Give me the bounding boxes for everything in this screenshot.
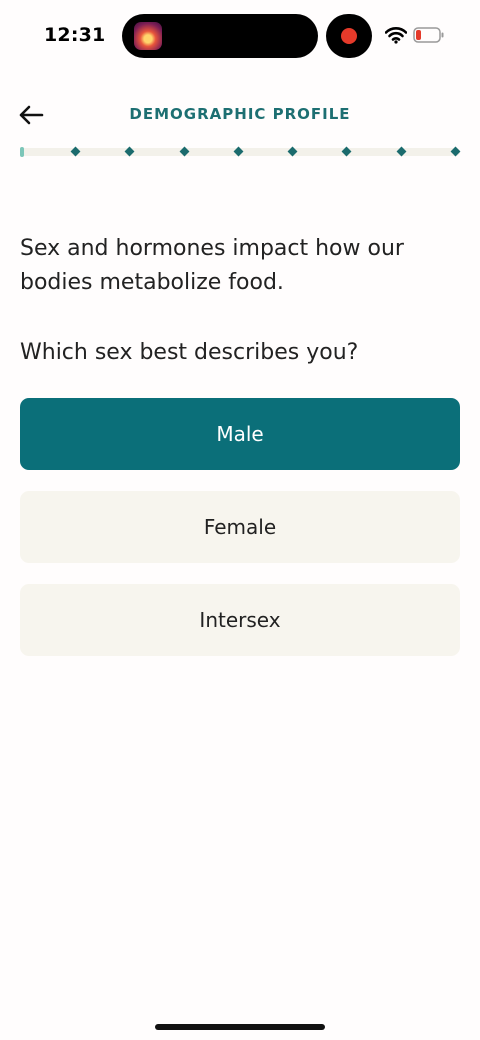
page-title: DEMOGRAPHIC PROFILE [129,105,351,123]
progress-current-marker [20,147,24,157]
status-bar: 12:31 [0,0,480,72]
progress-bar [20,146,461,158]
option-intersex-button[interactable]: Intersex [20,584,460,656]
header: DEMOGRAPHIC PROFILE [0,92,480,138]
app-thumbnail-icon [134,22,162,50]
status-time: 12:31 [44,24,106,46]
record-icon [341,28,357,44]
screen-recording-indicator [326,14,372,58]
option-female-button[interactable]: Female [20,491,460,563]
options-list: Male Female Intersex [20,398,460,677]
option-male-button[interactable]: Male [20,398,460,470]
question-text: Which sex best describes you? [20,340,359,365]
intro-text: Sex and hormones impact how our bodies m… [20,236,404,295]
wifi-icon [385,27,407,44]
dynamic-island [122,14,318,58]
battery-icon [413,27,444,43]
home-indicator[interactable] [155,1024,325,1030]
